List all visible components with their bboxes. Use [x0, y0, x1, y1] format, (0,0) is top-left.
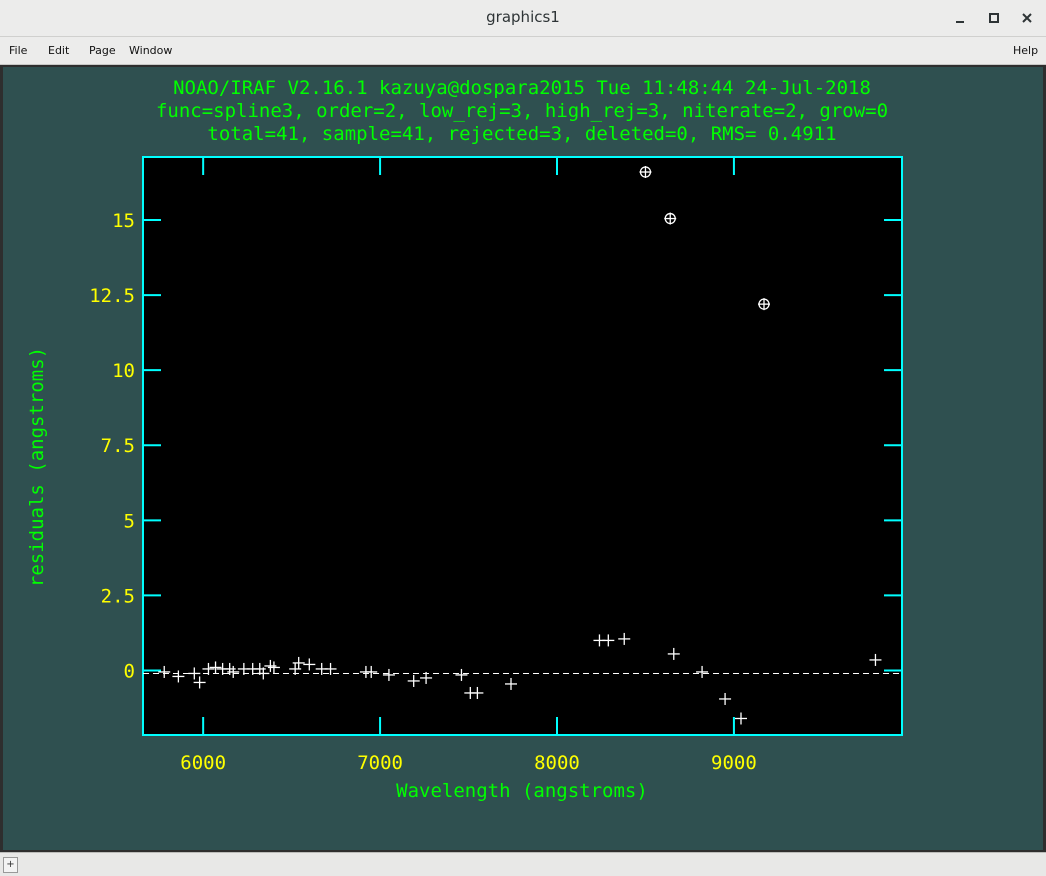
graphics-canvas-frame: NOAO/IRAF V2.16.1 kazuya@dospara2015 Tue… — [0, 65, 1046, 852]
menu-file[interactable]: File — [9, 44, 27, 57]
y-tick-label: 15 — [112, 210, 135, 232]
menubar: File Edit Page Window Help — [0, 37, 1046, 65]
menu-help[interactable]: Help — [1013, 44, 1038, 57]
y-axis-label: residuals (angstroms) — [26, 347, 48, 587]
menu-window[interactable]: Window — [129, 44, 172, 57]
x-tick-label: 7000 — [357, 752, 403, 774]
close-icon — [1022, 13, 1032, 23]
maximize-icon — [989, 13, 999, 23]
graphics-canvas[interactable]: NOAO/IRAF V2.16.1 kazuya@dospara2015 Tue… — [3, 67, 1043, 850]
menu-edit[interactable]: Edit — [48, 44, 69, 57]
plot-header-line-2: func=spline3, order=2, low_rej=3, high_r… — [156, 100, 888, 122]
residuals-plot: NOAO/IRAF V2.16.1 kazuya@dospara2015 Tue… — [26, 77, 903, 802]
statusbar: + — [0, 852, 1046, 876]
plot-header-line-1: NOAO/IRAF V2.16.1 kazuya@dospara2015 Tue… — [173, 77, 871, 99]
minimize-icon — [956, 21, 964, 23]
x-tick-label: 9000 — [711, 752, 757, 774]
y-tick-label: 10 — [112, 360, 135, 382]
plot-area — [142, 156, 903, 736]
y-tick-label: 7.5 — [101, 435, 135, 457]
y-tick-label: 5 — [124, 510, 135, 532]
close-button[interactable] — [1015, 6, 1039, 30]
maximize-button[interactable] — [982, 6, 1006, 30]
window-title: graphics1 — [486, 8, 560, 26]
y-tick-label: 12.5 — [89, 285, 135, 307]
x-tick-label: 6000 — [180, 752, 226, 774]
window-titlebar: graphics1 — [0, 0, 1046, 37]
y-tick-label: 0 — [124, 660, 135, 682]
x-axis-label: Wavelength (angstroms) — [396, 780, 648, 802]
resize-grip[interactable]: + — [3, 857, 18, 873]
y-tick-label: 2.5 — [101, 585, 135, 607]
plot-header-line-3: total=41, sample=41, rejected=3, deleted… — [207, 123, 836, 145]
x-tick-label: 8000 — [534, 752, 580, 774]
menu-page[interactable]: Page — [89, 44, 116, 57]
minimize-button[interactable] — [948, 6, 972, 30]
